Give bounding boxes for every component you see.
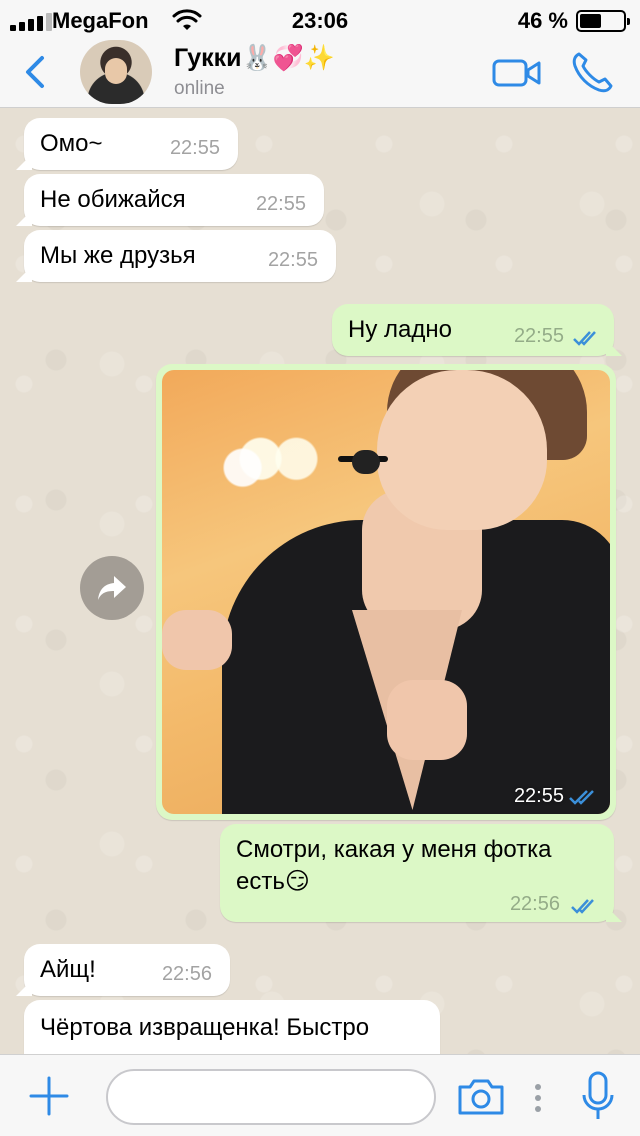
photo-image[interactable]: 22:55 bbox=[162, 370, 610, 814]
forward-button[interactable] bbox=[80, 556, 144, 620]
message-input[interactable] bbox=[106, 1069, 436, 1125]
chat-area[interactable]: Омо~ 22:55 Не обижайся 22:55 Мы же друзь… bbox=[0, 108, 640, 1054]
message-time: 22:55 bbox=[169, 137, 220, 159]
message-bubble[interactable]: Чёртова извращенка! Быстро bbox=[24, 1000, 440, 1054]
message-input-bar bbox=[0, 1054, 640, 1136]
microphone-icon[interactable] bbox=[580, 1071, 616, 1123]
photo-message[interactable]: 22:55 bbox=[156, 364, 616, 820]
message-time: 22:56 bbox=[161, 963, 212, 985]
chevron-left-icon[interactable] bbox=[20, 52, 50, 92]
message-bubble[interactable]: Не обижайся 22:55 bbox=[16, 174, 324, 226]
video-call-icon[interactable] bbox=[492, 58, 542, 88]
contact-status: online bbox=[174, 78, 225, 99]
message-time: 22:55 bbox=[513, 785, 564, 807]
message-bubble[interactable]: Мы же друзья 22:55 bbox=[16, 230, 336, 282]
message-bubble[interactable]: Айщ! 22:56 bbox=[16, 944, 230, 996]
read-receipt-icon bbox=[569, 790, 594, 805]
message-time: 22:55 bbox=[255, 193, 306, 215]
read-receipt-icon bbox=[573, 331, 596, 346]
message-text: Чёртова извращенка! Быстро bbox=[40, 1014, 370, 1041]
battery-percentage: 46 % bbox=[517, 8, 568, 33]
read-receipt-icon bbox=[571, 899, 594, 914]
message-time: 22:55 bbox=[513, 325, 564, 347]
message-bubble[interactable]: Омо~ 22:55 bbox=[16, 118, 238, 170]
share-arrow-icon bbox=[98, 576, 126, 600]
message-bubble[interactable]: Ну ладно 22:55 bbox=[332, 304, 622, 356]
plus-icon[interactable] bbox=[28, 1075, 70, 1117]
camera-icon[interactable] bbox=[456, 1077, 506, 1117]
more-dots-icon[interactable] bbox=[534, 1083, 542, 1113]
contact-avatar[interactable] bbox=[80, 40, 152, 104]
message-bubble[interactable]: Смотри, какая у меня фотка есть😏 22:56 bbox=[220, 824, 622, 922]
contact-name[interactable]: Гукки🐰💞✨ bbox=[174, 44, 335, 73]
chat-header: Гукки🐰💞✨ online bbox=[0, 40, 640, 108]
status-bar: MegaFon 23:06 46 % bbox=[0, 0, 640, 40]
message-time: 22:55 bbox=[267, 249, 318, 271]
message-time: 22:56 bbox=[509, 893, 560, 915]
phone-call-icon[interactable] bbox=[570, 50, 616, 94]
battery-icon bbox=[576, 10, 630, 32]
